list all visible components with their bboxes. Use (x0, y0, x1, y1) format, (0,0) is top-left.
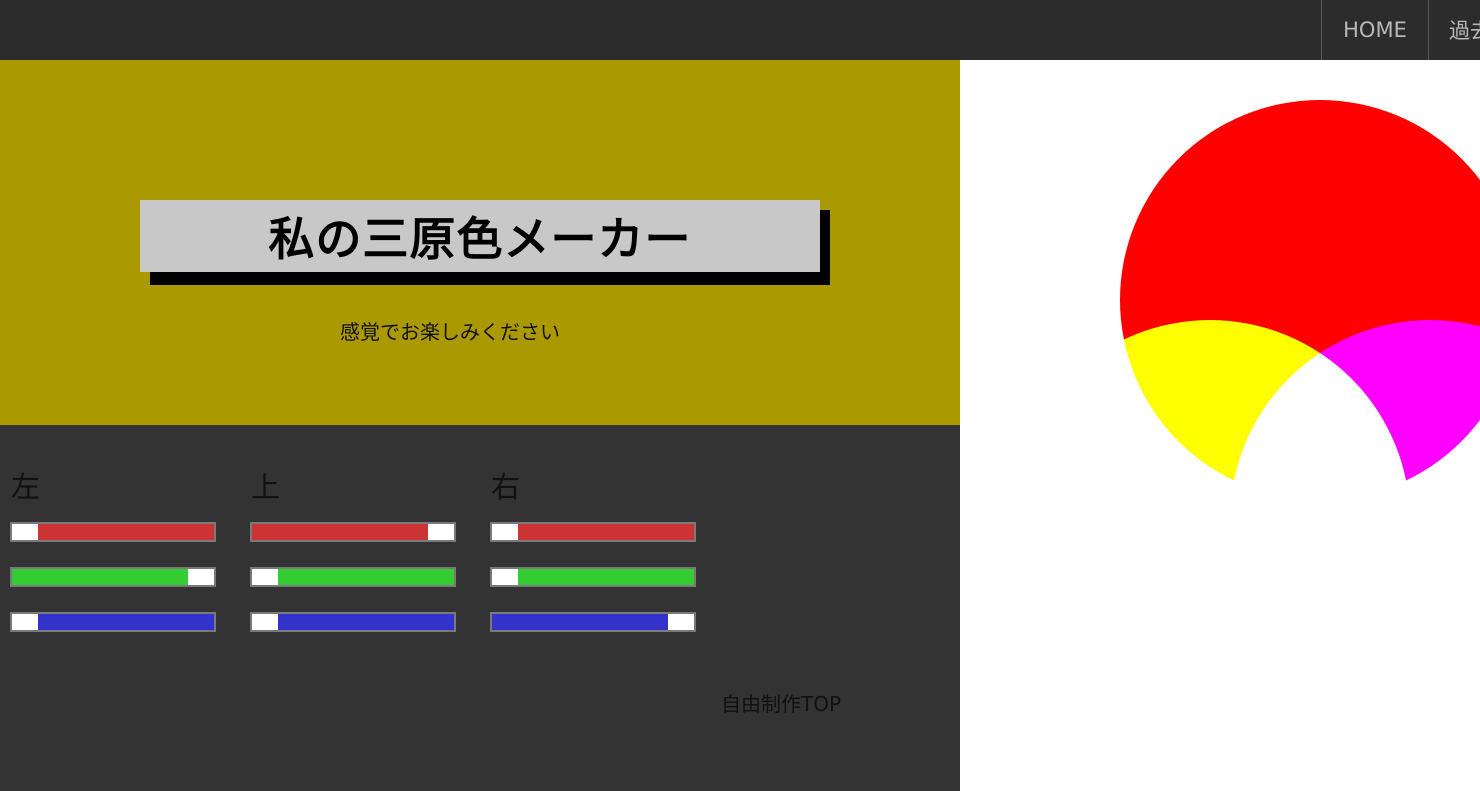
slider-blue[interactable] (490, 612, 696, 632)
slider-red[interactable] (250, 522, 456, 542)
title-box: 私の三原色メーカー (140, 200, 820, 272)
slider-thumb[interactable] (252, 569, 278, 585)
color-venn-diagram (960, 60, 1480, 791)
free-work-top-link[interactable]: 自由制作TOP (721, 688, 841, 717)
page-title: 私の三原色メーカー (268, 212, 692, 266)
page-subtitle: 感覚でお楽しみください (340, 320, 560, 344)
slider-thumb[interactable] (252, 614, 278, 630)
slider-thumb[interactable] (428, 524, 454, 540)
hero-section: 私の三原色メーカー 感覚でお楽しみください (0, 60, 960, 425)
nav-menu: HOME 過去 (1321, 0, 1480, 60)
slider-group-label: 左 (11, 470, 41, 504)
slider-green[interactable] (250, 567, 456, 587)
controls-panel: 左 上 右 自由制作TOP (0, 425, 960, 791)
venn-svg (1010, 100, 1480, 720)
slider-red[interactable] (490, 522, 696, 542)
top-nav-bar: HOME 過去 (0, 0, 1480, 60)
slider-blue[interactable] (250, 612, 456, 632)
slider-green[interactable] (490, 567, 696, 587)
slider-group-top: 上 (250, 470, 456, 504)
nav-past-link[interactable]: 過去 (1428, 0, 1480, 60)
slider-red[interactable] (10, 522, 216, 542)
slider-green[interactable] (10, 567, 216, 587)
slider-thumb[interactable] (188, 569, 214, 585)
slider-thumb[interactable] (12, 524, 38, 540)
slider-thumb[interactable] (492, 569, 518, 585)
slider-blue[interactable] (10, 612, 216, 632)
slider-group-label: 上 (251, 470, 281, 504)
slider-thumb[interactable] (492, 524, 518, 540)
slider-thumb[interactable] (668, 614, 694, 630)
nav-home-link[interactable]: HOME (1321, 0, 1428, 60)
slider-group-label: 右 (491, 470, 521, 504)
slider-group-right: 右 (490, 470, 696, 504)
slider-group-left: 左 (10, 470, 216, 504)
slider-thumb[interactable] (12, 614, 38, 630)
